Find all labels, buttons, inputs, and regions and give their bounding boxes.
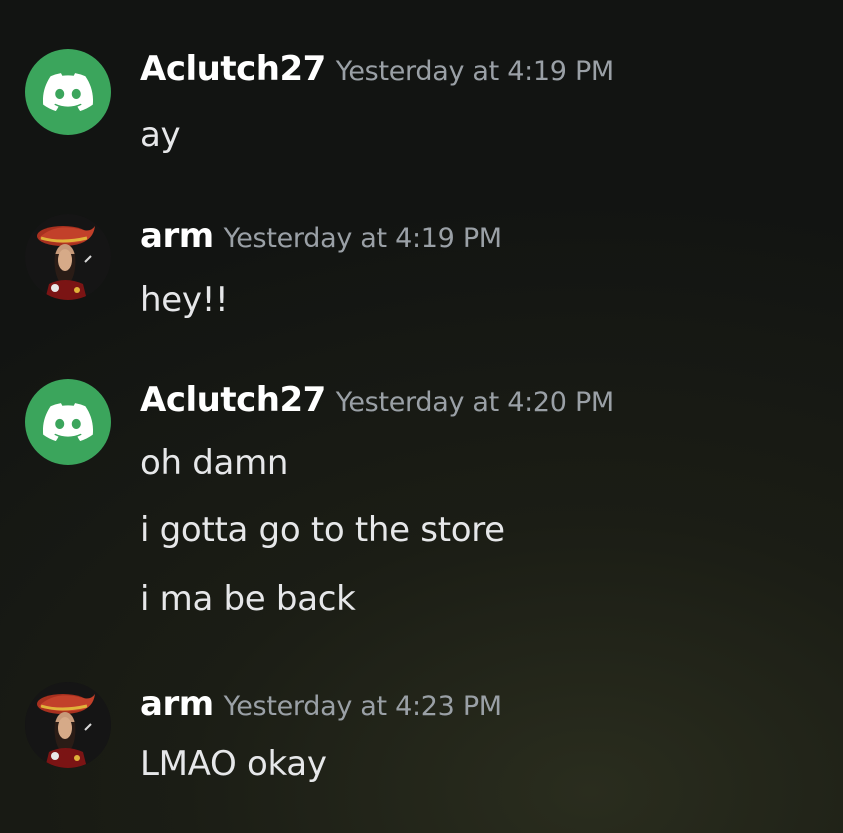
avatar[interactable]	[25, 49, 111, 135]
timestamp: Yesterday at 4:19 PM	[223, 223, 502, 254]
username[interactable]: Aclutch27	[140, 380, 326, 420]
message-text: i ma be back	[140, 579, 356, 619]
discord-logo-icon	[43, 73, 93, 111]
message-text: oh damn	[140, 443, 289, 483]
avatar[interactable]	[25, 682, 111, 768]
username[interactable]: Aclutch27	[140, 49, 326, 89]
message-header: Aclutch27 Yesterday at 4:20 PM	[140, 380, 614, 420]
pirate-avatar-icon	[25, 682, 111, 768]
message-list: Aclutch27 Yesterday at 4:19 PM ay arm Yest…	[0, 0, 843, 833]
message-text: i gotta go to the store	[140, 510, 505, 550]
message-text: LMAO okay	[140, 744, 327, 784]
avatar[interactable]	[25, 214, 111, 300]
discord-logo-icon	[43, 403, 93, 441]
pirate-avatar-icon	[25, 214, 111, 300]
message-header: arm Yesterday at 4:19 PM	[140, 216, 502, 256]
message-header: arm Yesterday at 4:23 PM	[140, 684, 502, 724]
timestamp: Yesterday at 4:19 PM	[335, 56, 614, 87]
message-text: ay	[140, 115, 181, 155]
message-text: hey!!	[140, 280, 229, 320]
timestamp: Yesterday at 4:23 PM	[223, 691, 502, 722]
username[interactable]: arm	[140, 216, 214, 256]
timestamp: Yesterday at 4:20 PM	[335, 387, 614, 418]
username[interactable]: arm	[140, 684, 214, 724]
avatar[interactable]	[25, 379, 111, 465]
message-header: Aclutch27 Yesterday at 4:19 PM	[140, 49, 614, 89]
